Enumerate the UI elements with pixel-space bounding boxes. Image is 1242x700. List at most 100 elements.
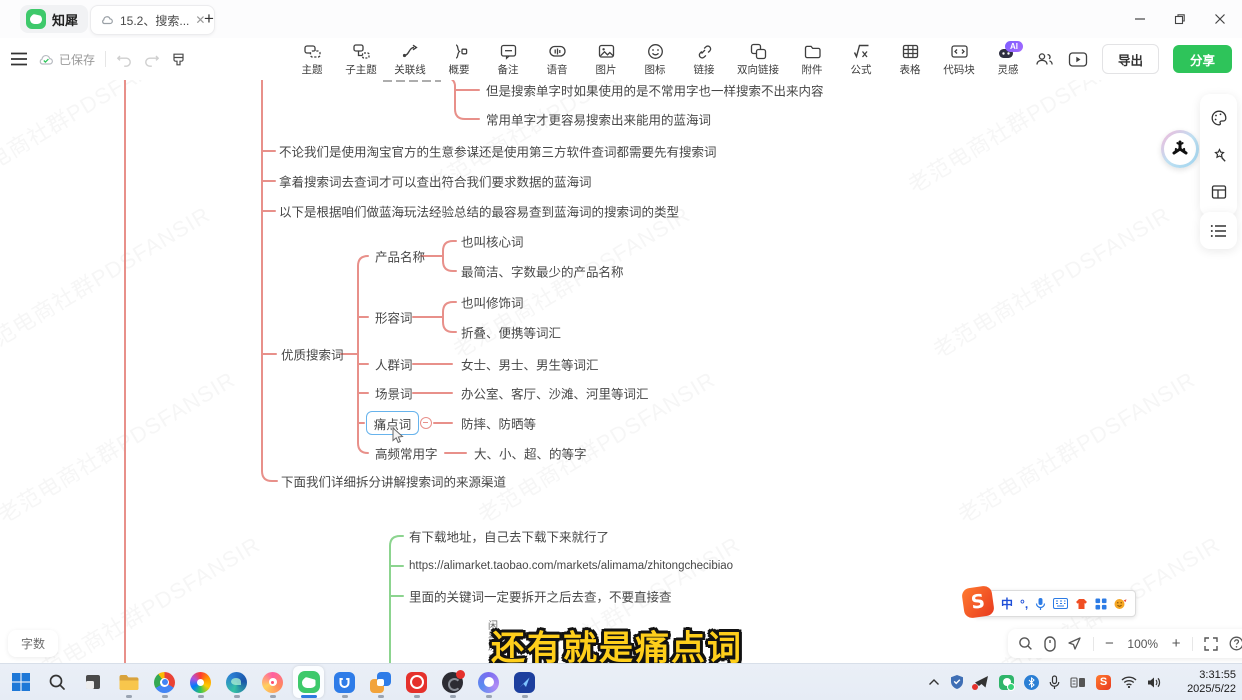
red-o-app-icon[interactable] bbox=[401, 666, 432, 698]
tool-voice[interactable]: 语音 bbox=[537, 38, 577, 77]
windows-start-button[interactable] bbox=[5, 666, 36, 698]
tool-link[interactable]: 链接 bbox=[684, 38, 724, 77]
map-node[interactable]: 也叫核心词 bbox=[461, 232, 524, 251]
edge-icon[interactable] bbox=[221, 666, 252, 698]
minimize-button[interactable] bbox=[1126, 7, 1154, 31]
map-node[interactable]: 不论我们是使用淘宝官方的生意参谋还是使用第三方软件查词都需要先有搜索词 bbox=[279, 142, 717, 161]
swirl-browser-icon[interactable] bbox=[185, 666, 216, 698]
layout-icon[interactable] bbox=[1210, 183, 1228, 201]
drag-mode-icon[interactable] bbox=[1044, 636, 1056, 652]
toolbox-icon[interactable] bbox=[1095, 598, 1107, 610]
wifi-icon[interactable] bbox=[1121, 676, 1137, 688]
magic-wand-icon[interactable] bbox=[1210, 146, 1228, 164]
fullscreen-icon[interactable] bbox=[1204, 637, 1218, 651]
hamburger-menu-icon[interactable] bbox=[10, 52, 28, 66]
map-node[interactable]: 产品名称 bbox=[375, 247, 425, 266]
task-view-button[interactable] bbox=[77, 666, 108, 698]
help-icon[interactable] bbox=[1229, 636, 1242, 651]
tray-chevron-up-icon[interactable] bbox=[928, 678, 940, 686]
zoom-in-button[interactable]: + bbox=[1172, 636, 1181, 651]
volume-icon[interactable] bbox=[1147, 676, 1162, 689]
tool-inspiration[interactable]: AI 灵感 bbox=[988, 38, 1028, 77]
collaborators-icon[interactable] bbox=[1034, 50, 1054, 68]
map-node[interactable]: 以下是根据咱们做蓝海玩法经验总结的最容易查到蓝海词的搜索词的类型 bbox=[279, 202, 679, 221]
map-node[interactable]: 拿着搜索词去查词才可以查出符合我们要求数据的蓝海词 bbox=[279, 172, 592, 191]
redo-icon[interactable] bbox=[143, 52, 160, 67]
export-button[interactable]: 导出 bbox=[1102, 44, 1159, 74]
taskbar-search-button[interactable] bbox=[41, 666, 72, 698]
tool-sticker[interactable]: 图标 bbox=[635, 38, 675, 77]
sogou-logo-icon[interactable]: S bbox=[961, 585, 995, 619]
map-node[interactable]: 折叠、便携等词汇 bbox=[461, 323, 561, 342]
app-logo[interactable]: 知犀 bbox=[20, 5, 88, 33]
map-node[interactable]: 高频常用字 bbox=[375, 444, 438, 463]
tool-formula[interactable]: 公式 bbox=[841, 38, 881, 77]
ai-assistant-button[interactable] bbox=[1161, 130, 1199, 168]
map-node[interactable]: 常用单字才更容易搜索出来能用的蓝海词 bbox=[486, 110, 711, 129]
map-node[interactable]: 防摔、防晒等 bbox=[461, 414, 536, 433]
bluetooth-icon[interactable] bbox=[1024, 675, 1039, 690]
skin-icon[interactable] bbox=[1075, 598, 1088, 610]
map-node-url[interactable]: https://alimarket.taobao.com/markets/ali… bbox=[409, 560, 733, 572]
undo-icon[interactable] bbox=[116, 52, 133, 67]
map-node[interactable]: 场景词 bbox=[375, 384, 413, 403]
punctuation-icon[interactable]: °, bbox=[1020, 597, 1028, 611]
file-explorer-icon[interactable] bbox=[113, 666, 144, 698]
mindmap-canvas[interactable]: 老范电商社群PDSFANSIR老范电商社群PDSFANSIR老范电商社群PDSF… bbox=[0, 80, 1242, 664]
tool-relation-line[interactable]: 关联线 bbox=[390, 38, 430, 77]
palette-icon[interactable] bbox=[1210, 109, 1228, 127]
format-painter-icon[interactable] bbox=[170, 51, 187, 68]
ime-mode-chinese[interactable]: 中 bbox=[1001, 595, 1013, 612]
ime-keyboard-icon[interactable] bbox=[1070, 676, 1086, 689]
map-node[interactable]: 有下载地址，自己去下载下来就行了 bbox=[409, 527, 609, 546]
taskbar-clock[interactable]: 3:31:55 2025/5/22 bbox=[1187, 668, 1236, 696]
dark-app-icon[interactable] bbox=[437, 666, 468, 698]
tool-summary[interactable]: 概要 bbox=[439, 38, 479, 77]
plane-app-icon[interactable] bbox=[509, 666, 540, 698]
telegram-icon[interactable] bbox=[974, 675, 989, 689]
zoom-out-button[interactable]: − bbox=[1105, 636, 1114, 651]
tutorial-video-icon[interactable] bbox=[1068, 51, 1088, 68]
chrome-icon[interactable] bbox=[149, 666, 180, 698]
map-node[interactable]: 优质搜索词 bbox=[281, 345, 344, 364]
purple-app-icon[interactable] bbox=[473, 666, 504, 698]
map-node[interactable]: 也叫修饰词 bbox=[461, 293, 524, 312]
collapse-handle[interactable] bbox=[420, 417, 432, 429]
utools-icon[interactable] bbox=[329, 666, 360, 698]
tool-attachment[interactable]: 附件 bbox=[792, 38, 832, 77]
map-node[interactable]: 办公室、客厅、沙滩、河里等词汇 bbox=[461, 384, 649, 403]
word-count[interactable]: 字数 bbox=[8, 630, 58, 657]
new-tab-button[interactable]: + bbox=[198, 8, 220, 30]
pink-browser-icon[interactable] bbox=[257, 666, 288, 698]
map-node[interactable]: 大、小、超、的等字 bbox=[474, 444, 587, 463]
zoom-level[interactable]: 100% bbox=[1125, 637, 1161, 651]
tool-image[interactable]: 图片 bbox=[586, 38, 626, 77]
close-button[interactable] bbox=[1206, 7, 1234, 31]
keyboard-icon[interactable] bbox=[1053, 598, 1068, 609]
share-button[interactable]: 分享 bbox=[1173, 45, 1232, 73]
emoji-icon[interactable] bbox=[1114, 598, 1127, 610]
map-node[interactable]: 下面我们详细拆分讲解搜索词的来源渠道 bbox=[281, 472, 506, 491]
sogou-tray-icon[interactable]: S bbox=[1096, 675, 1111, 690]
mic-icon[interactable] bbox=[1035, 597, 1046, 611]
tool-note[interactable]: 备注 bbox=[488, 38, 528, 77]
map-node[interactable]: 但是搜索单字时如果使用的是不常用字也一样搜索不出来内容 bbox=[486, 81, 824, 100]
locate-icon[interactable] bbox=[1067, 636, 1082, 651]
tool-table[interactable]: 表格 bbox=[890, 38, 930, 77]
camera-app-icon[interactable] bbox=[999, 675, 1014, 690]
tool-code-block[interactable]: 代码块 bbox=[939, 38, 979, 77]
map-node[interactable]: 形容词 bbox=[375, 308, 413, 327]
tool-topic[interactable]: 主题 bbox=[292, 38, 332, 77]
tool-subtopic[interactable]: 子主题 bbox=[341, 38, 381, 77]
security-shield-icon[interactable] bbox=[950, 674, 964, 690]
overlap-squares-icon[interactable] bbox=[365, 666, 396, 698]
restore-button[interactable] bbox=[1166, 7, 1194, 31]
map-node[interactable]: 人群词 bbox=[375, 355, 413, 374]
outline-list-icon[interactable] bbox=[1210, 224, 1228, 238]
map-node[interactable]: 女士、男士、男生等词汇 bbox=[461, 355, 599, 374]
document-tab[interactable]: 15.2、搜索... ✕ bbox=[90, 5, 215, 35]
tray-mic-icon[interactable] bbox=[1049, 675, 1060, 690]
tool-bidirectional-link[interactable]: 双向链接 bbox=[733, 38, 783, 77]
search-icon[interactable] bbox=[1018, 636, 1033, 651]
map-node[interactable]: 最简洁、字数最少的产品名称 bbox=[461, 262, 624, 281]
